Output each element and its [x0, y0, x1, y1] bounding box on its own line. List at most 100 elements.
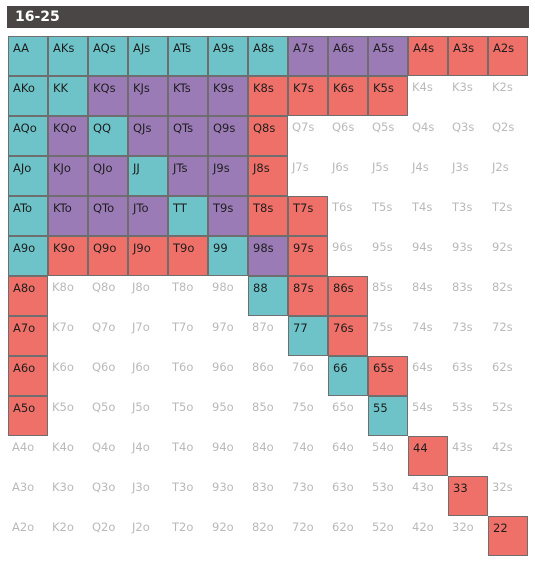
hand-cell[interactable]: Q8o — [88, 276, 128, 316]
hand-cell[interactable]: A3s — [448, 36, 488, 76]
hand-cell[interactable]: K7s — [288, 76, 328, 116]
hand-cell[interactable]: Q3s — [448, 116, 488, 156]
hand-cell[interactable]: A6o — [8, 356, 48, 396]
hand-cell[interactable]: 93o — [208, 476, 248, 516]
hand-cell[interactable]: JTo — [128, 196, 168, 236]
hand-cell[interactable]: J3s — [448, 156, 488, 196]
hand-cell[interactable]: Q2o — [88, 516, 128, 556]
hand-cell[interactable]: T3o — [168, 476, 208, 516]
hand-cell[interactable]: Q8s — [248, 116, 288, 156]
hand-cell[interactable]: AJo — [8, 156, 48, 196]
hand-cell[interactable]: J4o — [128, 436, 168, 476]
hand-cell[interactable]: K4o — [48, 436, 88, 476]
hand-cell[interactable]: 84o — [248, 436, 288, 476]
hand-cell[interactable]: K5o — [48, 396, 88, 436]
hand-cell[interactable]: 32o — [448, 516, 488, 556]
hand-cell[interactable]: 84s — [408, 276, 448, 316]
hand-cell[interactable]: AQs — [88, 36, 128, 76]
hand-cell[interactable]: K2o — [48, 516, 88, 556]
hand-cell[interactable]: 64s — [408, 356, 448, 396]
hand-cell[interactable]: K7o — [48, 316, 88, 356]
hand-cell[interactable]: 95o — [208, 396, 248, 436]
hand-cell[interactable]: Q7o — [88, 316, 128, 356]
hand-cell[interactable]: K6o — [48, 356, 88, 396]
hand-cell[interactable]: A2s — [488, 36, 528, 76]
hand-cell[interactable]: 83o — [248, 476, 288, 516]
hand-cell[interactable]: J6o — [128, 356, 168, 396]
hand-cell[interactable]: AQo — [8, 116, 48, 156]
hand-cell[interactable]: Q2s — [488, 116, 528, 156]
hand-cell[interactable]: 65s — [368, 356, 408, 396]
hand-cell[interactable]: 76s — [328, 316, 368, 356]
hand-cell[interactable]: T9o — [168, 236, 208, 276]
hand-cell[interactable]: T2o — [168, 516, 208, 556]
hand-cell[interactable]: A3o — [8, 476, 48, 516]
hand-cell[interactable]: A7o — [8, 316, 48, 356]
hand-cell[interactable]: Q9o — [88, 236, 128, 276]
hand-cell[interactable]: Q6o — [88, 356, 128, 396]
hand-cell[interactable]: 62s — [488, 356, 528, 396]
hand-cell[interactable]: T6o — [168, 356, 208, 396]
hand-cell[interactable]: 95s — [368, 236, 408, 276]
hand-cell[interactable]: QJo — [88, 156, 128, 196]
hand-cell[interactable]: 86o — [248, 356, 288, 396]
hand-cell[interactable]: ATo — [8, 196, 48, 236]
hand-cell[interactable]: QTs — [168, 116, 208, 156]
hand-cell[interactable]: 43s — [448, 436, 488, 476]
hand-cell[interactable]: J7o — [128, 316, 168, 356]
hand-cell[interactable]: J5s — [368, 156, 408, 196]
hand-cell[interactable]: TT — [168, 196, 208, 236]
hand-cell[interactable]: 85o — [248, 396, 288, 436]
hand-cell[interactable]: 73s — [448, 316, 488, 356]
hand-cell[interactable]: J8o — [128, 276, 168, 316]
hand-cell[interactable]: T5o — [168, 396, 208, 436]
hand-cell[interactable]: 93s — [448, 236, 488, 276]
hand-cell[interactable]: J6s — [328, 156, 368, 196]
hand-cell[interactable]: JTs — [168, 156, 208, 196]
hand-cell[interactable]: 72o — [288, 516, 328, 556]
hand-cell[interactable]: 85s — [368, 276, 408, 316]
hand-cell[interactable]: 72s — [488, 316, 528, 356]
hand-cell[interactable]: KQs — [88, 76, 128, 116]
hand-cell[interactable]: A6s — [328, 36, 368, 76]
hand-cell[interactable]: A2o — [8, 516, 48, 556]
hand-cell[interactable]: J2o — [128, 516, 168, 556]
hand-cell[interactable]: 82s — [488, 276, 528, 316]
hand-cell[interactable]: K2s — [488, 76, 528, 116]
hand-cell[interactable]: AJs — [128, 36, 168, 76]
hand-cell[interactable]: Q9s — [208, 116, 248, 156]
hand-cell[interactable]: 99 — [208, 236, 248, 276]
hand-cell[interactable]: T5s — [368, 196, 408, 236]
hand-cell[interactable]: A7s — [288, 36, 328, 76]
hand-cell[interactable]: J3o — [128, 476, 168, 516]
hand-cell[interactable]: K9s — [208, 76, 248, 116]
hand-cell[interactable]: QQ — [88, 116, 128, 156]
hand-cell[interactable]: 65o — [328, 396, 368, 436]
hand-cell[interactable]: K8o — [48, 276, 88, 316]
hand-cell[interactable]: 97s — [288, 236, 328, 276]
hand-cell[interactable]: 92s — [488, 236, 528, 276]
hand-cell[interactable]: T2s — [488, 196, 528, 236]
hand-cell[interactable]: K5s — [368, 76, 408, 116]
hand-cell[interactable]: 42s — [488, 436, 528, 476]
hand-cell[interactable]: A9o — [8, 236, 48, 276]
hand-cell[interactable]: T6s — [328, 196, 368, 236]
hand-cell[interactable]: J8s — [248, 156, 288, 196]
hand-cell[interactable]: 53o — [368, 476, 408, 516]
hand-cell[interactable]: ATs — [168, 36, 208, 76]
hand-cell[interactable]: 82o — [248, 516, 288, 556]
hand-cell[interactable]: 74s — [408, 316, 448, 356]
hand-cell[interactable]: 54o — [368, 436, 408, 476]
hand-cell[interactable]: 87s — [288, 276, 328, 316]
hand-cell[interactable]: 54s — [408, 396, 448, 436]
hand-cell[interactable]: 76o — [288, 356, 328, 396]
hand-cell[interactable]: 53s — [448, 396, 488, 436]
hand-cell[interactable]: QTo — [88, 196, 128, 236]
hand-cell[interactable]: JJ — [128, 156, 168, 196]
hand-cell[interactable]: 94o — [208, 436, 248, 476]
hand-cell[interactable]: T4o — [168, 436, 208, 476]
hand-cell[interactable]: 74o — [288, 436, 328, 476]
hand-cell[interactable]: K4s — [408, 76, 448, 116]
hand-cell[interactable]: T4s — [408, 196, 448, 236]
hand-cell[interactable]: T8o — [168, 276, 208, 316]
